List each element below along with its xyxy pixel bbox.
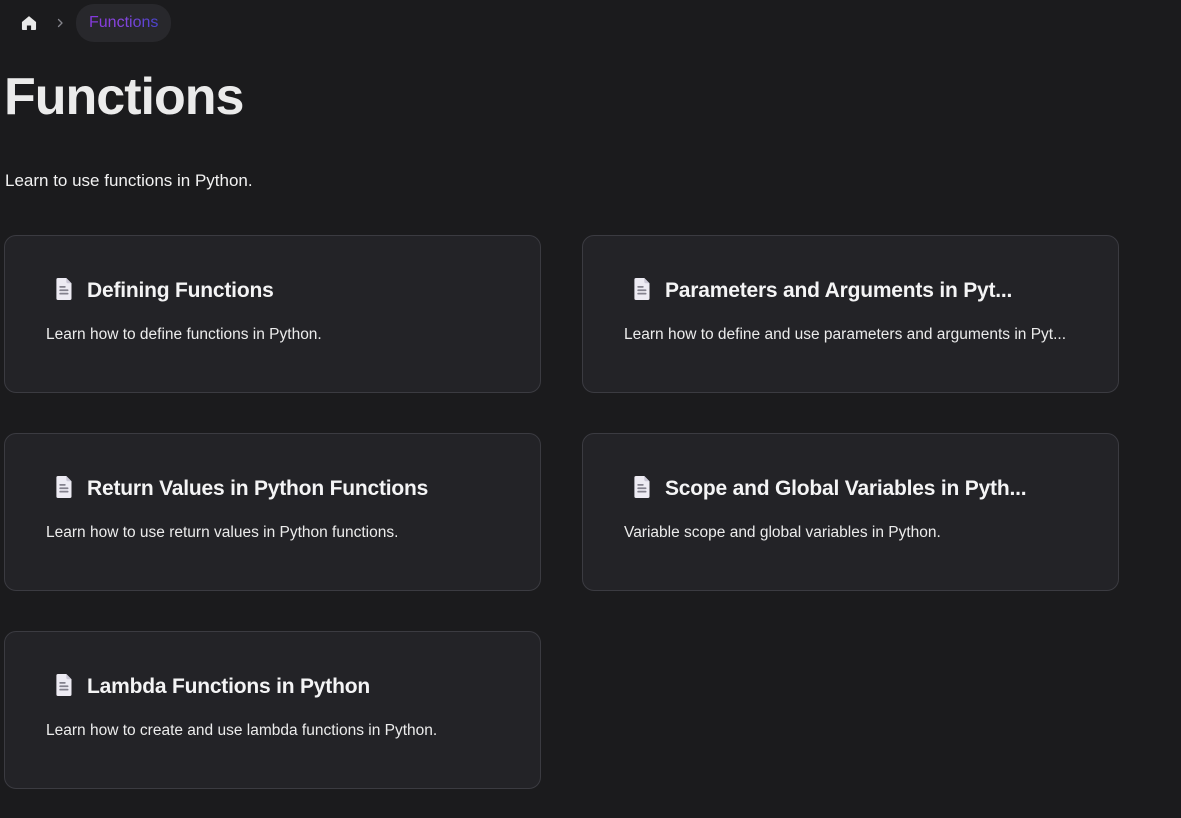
card-description: Learn how to create and use lambda funct… — [46, 721, 500, 741]
card-description: Learn how to define and use parameters a… — [624, 325, 1078, 345]
file-text-icon — [632, 277, 652, 306]
card-description: Learn how to use return values in Python… — [46, 523, 500, 543]
home-icon — [20, 14, 38, 32]
card-description: Learn how to define functions in Python. — [46, 325, 500, 345]
breadcrumb-current-label: Functions — [89, 14, 158, 32]
card-title: Scope and Global Variables in Pyth... — [665, 477, 1026, 501]
page-title: Functions — [4, 66, 1181, 128]
file-text-icon — [54, 277, 74, 306]
card-title: Return Values in Python Functions — [87, 477, 428, 501]
card-title-row: Defining Functions — [54, 278, 500, 304]
breadcrumb: Functions — [20, 4, 1181, 42]
card-title: Lambda Functions in Python — [87, 675, 370, 699]
card-title: Defining Functions — [87, 279, 274, 303]
file-text-icon — [54, 475, 74, 504]
chevron-right-icon — [54, 17, 66, 29]
file-text-icon — [632, 475, 652, 504]
page-description: Learn to use functions in Python. — [5, 169, 1181, 193]
card-lambda-functions[interactable]: Lambda Functions in Python Learn how to … — [4, 631, 541, 789]
card-defining-functions[interactable]: Defining Functions Learn how to define f… — [4, 235, 541, 393]
card-parameters-and-arguments[interactable]: Parameters and Arguments in Pyt... Learn… — [582, 235, 1119, 393]
card-return-values[interactable]: Return Values in Python Functions Learn … — [4, 433, 541, 591]
card-title: Parameters and Arguments in Pyt... — [665, 279, 1012, 303]
card-description: Variable scope and global variables in P… — [624, 523, 1078, 543]
card-title-row: Parameters and Arguments in Pyt... — [632, 278, 1078, 304]
card-scope-and-global-variables[interactable]: Scope and Global Variables in Pyth... Va… — [582, 433, 1119, 591]
file-text-icon — [54, 673, 74, 702]
breadcrumb-current-item: Functions — [76, 4, 171, 42]
card-title-row: Return Values in Python Functions — [54, 476, 500, 502]
card-title-row: Lambda Functions in Python — [54, 674, 500, 700]
card-grid: Defining Functions Learn how to define f… — [4, 235, 1181, 789]
breadcrumb-home-link[interactable] — [20, 14, 38, 32]
card-title-row: Scope and Global Variables in Pyth... — [632, 476, 1078, 502]
